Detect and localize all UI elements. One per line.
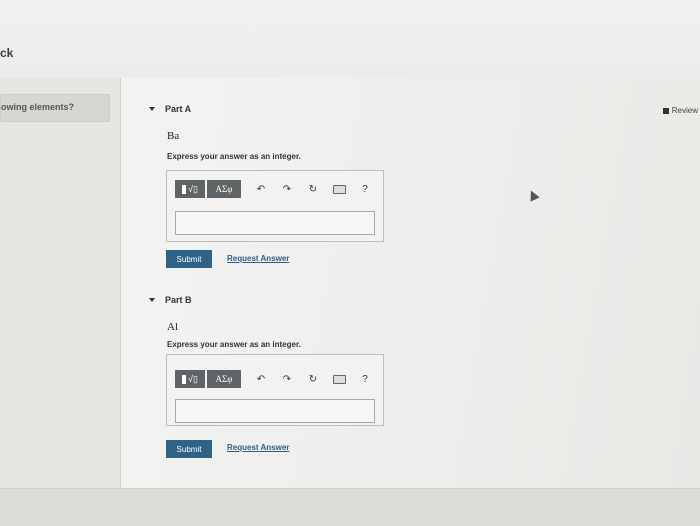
main-content: Review Part A Ba Express your answer as … bbox=[121, 78, 700, 488]
templates-button[interactable]: √▯ bbox=[175, 370, 207, 388]
part-a-answer-input[interactable] bbox=[175, 211, 375, 235]
footer-bar bbox=[0, 488, 700, 526]
collapse-caret-icon[interactable] bbox=[149, 298, 155, 302]
redo-icon[interactable]: ↷ bbox=[277, 370, 297, 388]
sidebar-item-question[interactable]: owing elements? bbox=[0, 94, 110, 122]
symbols-button[interactable]: ΑΣφ bbox=[207, 370, 241, 388]
back-link[interactable]: ck bbox=[0, 46, 13, 60]
part-b-header[interactable]: Part B bbox=[149, 295, 192, 305]
part-a-toolbar: √▯ ΑΣφ ↶ ↷ ↻ ? bbox=[175, 179, 375, 199]
undo-icon[interactable]: ↶ bbox=[251, 180, 271, 198]
help-icon[interactable]: ? bbox=[355, 180, 375, 198]
part-a-request-answer-link[interactable]: Request Answer bbox=[227, 254, 289, 263]
collapse-caret-icon[interactable] bbox=[149, 107, 155, 111]
top-header: ck bbox=[0, 0, 700, 79]
review-link[interactable]: Review bbox=[662, 106, 698, 115]
part-b-title: Part B bbox=[165, 295, 192, 305]
radical-icon: √▯ bbox=[188, 373, 198, 384]
review-icon bbox=[662, 107, 669, 114]
undo-icon[interactable]: ↶ bbox=[251, 370, 271, 388]
part-a-instruction: Express your answer as an integer. bbox=[167, 152, 301, 161]
sidebar-item-label: owing elements? bbox=[1, 102, 75, 112]
template-block-icon bbox=[182, 374, 187, 384]
sidebar: owing elements? bbox=[0, 78, 121, 488]
symbols-button[interactable]: ΑΣφ bbox=[207, 180, 241, 198]
part-a-submit-button[interactable]: Submit bbox=[166, 250, 212, 268]
part-b-toolbar: √▯ ΑΣφ ↶ ↷ ↻ ? bbox=[175, 369, 375, 389]
keyboard-icon[interactable] bbox=[329, 180, 349, 198]
part-a-title: Part A bbox=[165, 104, 192, 114]
part-b-answer-editor: √▯ ΑΣφ ↶ ↷ ↻ ? bbox=[166, 354, 384, 426]
reset-icon[interactable]: ↻ bbox=[303, 180, 323, 198]
help-icon[interactable]: ? bbox=[355, 370, 375, 388]
radical-icon: √▯ bbox=[188, 183, 198, 194]
templates-button[interactable]: √▯ bbox=[175, 180, 207, 198]
part-a-answer-editor: √▯ ΑΣφ ↶ ↷ ↻ ? bbox=[166, 170, 384, 242]
redo-icon[interactable]: ↷ bbox=[277, 180, 297, 198]
part-a-header[interactable]: Part A bbox=[149, 104, 191, 114]
part-b-submit-button[interactable]: Submit bbox=[166, 440, 212, 458]
reset-icon[interactable]: ↻ bbox=[303, 370, 323, 388]
review-label: Review bbox=[671, 106, 698, 115]
part-b-request-answer-link[interactable]: Request Answer bbox=[227, 443, 289, 452]
part-a-element: Ba bbox=[167, 130, 180, 142]
part-b-instruction: Express your answer as an integer. bbox=[167, 340, 301, 349]
part-b-element: Al bbox=[167, 321, 178, 333]
keyboard-icon[interactable] bbox=[329, 370, 349, 388]
part-b-answer-input[interactable] bbox=[175, 399, 375, 423]
template-block-icon bbox=[182, 184, 187, 194]
